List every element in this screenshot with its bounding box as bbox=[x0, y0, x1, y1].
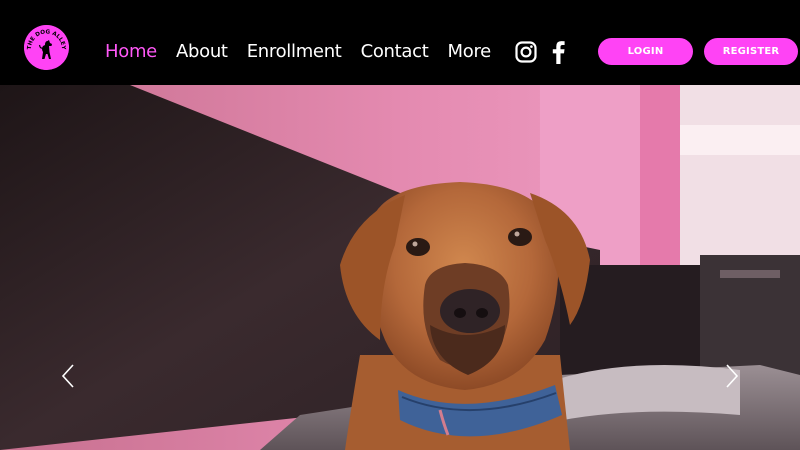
site-header: THE DOG ALLEY Home About Enrollment Cont… bbox=[0, 0, 800, 85]
chevron-right-icon[interactable] bbox=[724, 363, 740, 389]
dog-silhouette-icon: THE DOG ALLEY bbox=[24, 25, 69, 70]
dog-photo bbox=[0, 85, 800, 450]
instagram-icon[interactable] bbox=[515, 41, 537, 63]
hero-slideshow bbox=[0, 85, 800, 450]
nav-item-contact[interactable]: Contact bbox=[361, 41, 429, 62]
nav-item-home[interactable]: Home bbox=[105, 41, 157, 62]
facebook-icon[interactable] bbox=[550, 40, 566, 64]
login-button[interactable]: LOGIN bbox=[598, 38, 693, 65]
chevron-left-icon[interactable] bbox=[60, 363, 76, 389]
nav-item-more[interactable]: More bbox=[448, 41, 492, 62]
main-nav: Home About Enrollment Contact More bbox=[105, 38, 510, 64]
nav-item-enrollment[interactable]: Enrollment bbox=[247, 41, 342, 62]
site-logo[interactable]: THE DOG ALLEY bbox=[24, 25, 69, 70]
nav-item-about[interactable]: About bbox=[176, 41, 228, 62]
register-button[interactable]: REGISTER bbox=[704, 38, 798, 65]
